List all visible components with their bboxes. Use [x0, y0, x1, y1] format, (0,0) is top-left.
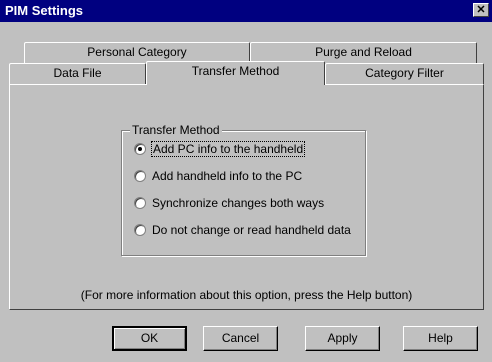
ok-button-label: OK	[140, 331, 159, 345]
tab-transfer-method-label: Transfer Method	[191, 64, 280, 78]
apply-button[interactable]: Apply	[305, 326, 380, 351]
option-add-handheld-to-pc[interactable]: Add handheld info to the PC	[134, 168, 302, 184]
title-bar: PIM Settings ✕	[0, 0, 492, 22]
radio-icon[interactable]	[134, 197, 146, 209]
cancel-button-label: Cancel	[221, 331, 260, 345]
tab-category-filter[interactable]: Category Filter	[325, 63, 484, 84]
tab-personal-category-label: Personal Category	[87, 45, 187, 59]
option-label: Add PC info to the handheld	[150, 141, 306, 157]
tab-transfer-method[interactable]: Transfer Method	[146, 61, 325, 85]
close-icon[interactable]: ✕	[473, 3, 489, 17]
radio-icon[interactable]	[134, 170, 146, 182]
tab-purge-and-reload-label: Purge and Reload	[315, 45, 412, 59]
tab-personal-category[interactable]: Personal Category	[24, 42, 250, 63]
option-label: Do not change or read handheld data	[152, 223, 351, 237]
transfer-method-group: Transfer Method Add PC info to the handh…	[121, 123, 366, 256]
tab-purge-and-reload[interactable]: Purge and Reload	[250, 42, 477, 63]
option-label: Add handheld info to the PC	[152, 169, 303, 183]
option-synchronize-both-ways[interactable]: Synchronize changes both ways	[134, 195, 324, 211]
radio-dot-icon	[138, 147, 142, 151]
window-title: PIM Settings	[5, 3, 84, 18]
option-do-not-change[interactable]: Do not change or read handheld data	[134, 222, 351, 238]
option-label: Synchronize changes both ways	[152, 196, 325, 210]
help-button[interactable]: Help	[403, 326, 478, 351]
tab-category-filter-label: Category Filter	[365, 66, 444, 80]
help-hint-text: (For more information about this option,…	[80, 288, 413, 302]
cancel-button[interactable]: Cancel	[203, 326, 278, 351]
option-add-pc-to-handheld[interactable]: Add PC info to the handheld	[134, 141, 306, 157]
radio-icon[interactable]	[134, 224, 146, 236]
radio-selected-icon[interactable]	[134, 143, 146, 155]
help-button-label: Help	[428, 331, 453, 345]
tab-panel: Transfer Method Add PC info to the handh…	[9, 84, 484, 310]
group-label: Transfer Method	[130, 123, 222, 137]
tab-data-file-label: Data File	[53, 66, 102, 80]
tab-data-file[interactable]: Data File	[9, 63, 146, 84]
apply-button-label: Apply	[327, 331, 358, 345]
ok-button[interactable]: OK	[112, 326, 187, 351]
